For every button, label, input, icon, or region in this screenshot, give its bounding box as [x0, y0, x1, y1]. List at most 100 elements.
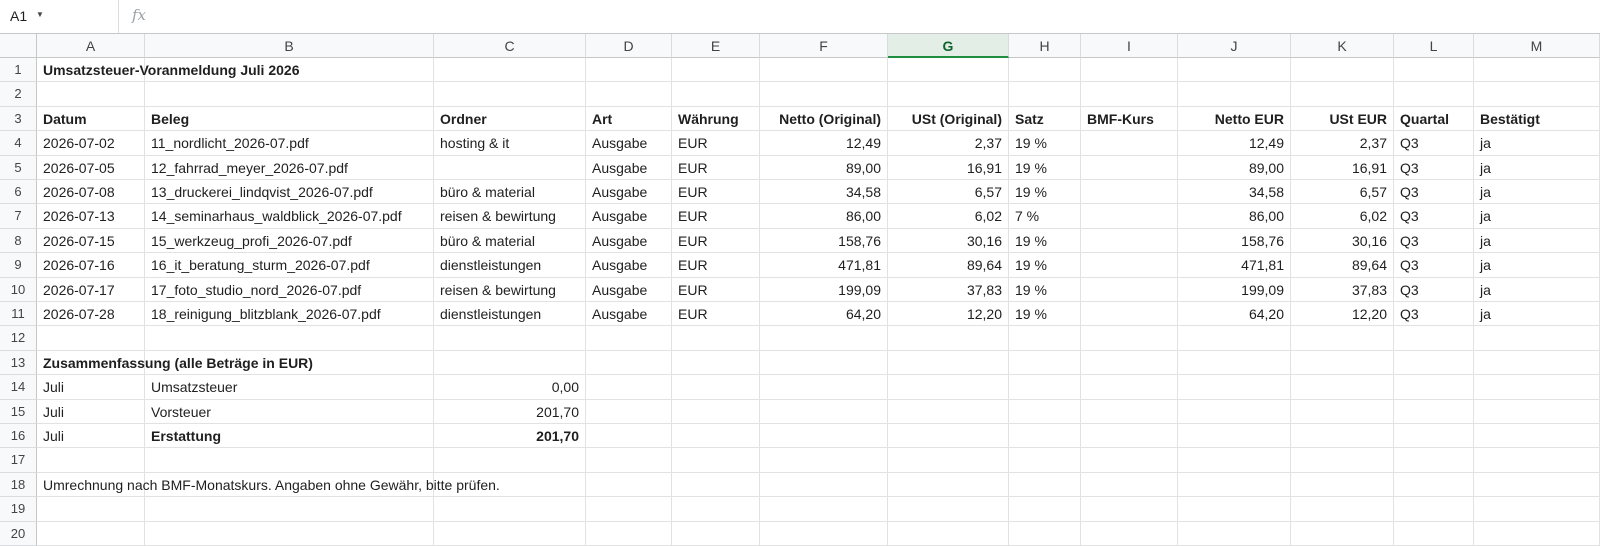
- row-header-2[interactable]: 2: [0, 82, 37, 107]
- cell-c7[interactable]: reisen & bewirtung: [434, 204, 586, 229]
- cell-h2[interactable]: [1009, 82, 1081, 107]
- cell-e6[interactable]: EUR: [672, 180, 760, 205]
- row-header-15[interactable]: 15: [0, 399, 37, 424]
- cell-i9[interactable]: [1081, 253, 1178, 278]
- cell-d8[interactable]: Ausgabe: [586, 228, 672, 254]
- cell-c6[interactable]: büro & material: [434, 180, 586, 205]
- cell-e20[interactable]: [672, 521, 760, 546]
- cell-h9[interactable]: 19 %: [1009, 253, 1081, 278]
- cell-c4[interactable]: hosting & it: [434, 131, 586, 156]
- cell-g17[interactable]: [888, 448, 1009, 473]
- cell-j8[interactable]: 158,76: [1178, 228, 1291, 254]
- cell-k17[interactable]: [1291, 448, 1394, 473]
- cell-k12[interactable]: [1291, 326, 1394, 351]
- cell-c11[interactable]: dienstleistungen: [434, 302, 586, 327]
- cell-f14[interactable]: [760, 375, 888, 400]
- cell-a12[interactable]: [37, 326, 145, 351]
- cell-g12[interactable]: [888, 326, 1009, 351]
- cell-h18[interactable]: [1009, 472, 1081, 498]
- cell-j20[interactable]: [1178, 521, 1291, 546]
- row-header-20[interactable]: 20: [0, 521, 37, 546]
- cell-k20[interactable]: [1291, 521, 1394, 546]
- cell-j9[interactable]: 471,81: [1178, 253, 1291, 278]
- row-header-18[interactable]: 18: [0, 472, 37, 498]
- formula-input[interactable]: [160, 0, 1590, 33]
- cell-g14[interactable]: [888, 375, 1009, 400]
- cell-m19[interactable]: [1474, 497, 1600, 522]
- row-header-7[interactable]: 7: [0, 204, 37, 229]
- cell-d1[interactable]: [586, 58, 672, 83]
- cell-g8[interactable]: 30,16: [888, 228, 1009, 254]
- cell-g13[interactable]: [888, 350, 1009, 376]
- cell-a1[interactable]: Umsatzsteuer-Voranmeldung Juli 2026: [37, 58, 299, 83]
- cell-h5[interactable]: 19 %: [1009, 155, 1081, 180]
- cell-c2[interactable]: [434, 82, 586, 107]
- cell-a10[interactable]: 2026-07-17: [37, 277, 145, 302]
- cell-f20[interactable]: [760, 521, 888, 546]
- cell-a9[interactable]: 2026-07-16: [37, 253, 145, 278]
- column-header-f[interactable]: F: [760, 34, 888, 58]
- cell-a16[interactable]: Juli: [37, 424, 145, 449]
- cell-k18[interactable]: [1291, 472, 1394, 498]
- cell-b5[interactable]: 12_fahrrad_meyer_2026-07.pdf: [145, 155, 434, 180]
- cell-l7[interactable]: Q3: [1394, 204, 1474, 229]
- cell-d5[interactable]: Ausgabe: [586, 155, 672, 180]
- row-header-13[interactable]: 13: [0, 350, 37, 376]
- cell-e4[interactable]: EUR: [672, 131, 760, 156]
- cell-a6[interactable]: 2026-07-08: [37, 180, 145, 205]
- cell-a17[interactable]: [37, 448, 145, 473]
- cell-l15[interactable]: [1394, 399, 1474, 424]
- row-header-12[interactable]: 12: [0, 326, 37, 351]
- cell-d14[interactable]: [586, 375, 672, 400]
- cell-l9[interactable]: Q3: [1394, 253, 1474, 278]
- cell-f11[interactable]: 64,20: [760, 302, 888, 327]
- cell-m15[interactable]: [1474, 399, 1600, 424]
- cell-e15[interactable]: [672, 399, 760, 424]
- cell-e11[interactable]: EUR: [672, 302, 760, 327]
- cell-g6[interactable]: 6,57: [888, 180, 1009, 205]
- cell-i14[interactable]: [1081, 375, 1178, 400]
- cell-c17[interactable]: [434, 448, 586, 473]
- cell-h19[interactable]: [1009, 497, 1081, 522]
- cell-c1[interactable]: [434, 58, 586, 83]
- cell-j3[interactable]: Netto EUR: [1178, 106, 1291, 132]
- cell-i6[interactable]: [1081, 180, 1178, 205]
- cell-e14[interactable]: [672, 375, 760, 400]
- cell-k5[interactable]: 16,91: [1291, 155, 1394, 180]
- name-box[interactable]: A1 ▼: [0, 0, 119, 33]
- cell-b10[interactable]: 17_foto_studio_nord_2026-07.pdf: [145, 277, 434, 302]
- cell-j2[interactable]: [1178, 82, 1291, 107]
- cell-g9[interactable]: 89,64: [888, 253, 1009, 278]
- row-header-1[interactable]: 1: [0, 58, 37, 83]
- cell-l1[interactable]: [1394, 58, 1474, 83]
- cell-i16[interactable]: [1081, 424, 1178, 449]
- cell-d6[interactable]: Ausgabe: [586, 180, 672, 205]
- column-header-g[interactable]: G: [888, 34, 1009, 58]
- cell-l16[interactable]: [1394, 424, 1474, 449]
- column-header-i[interactable]: I: [1081, 34, 1178, 58]
- cell-i10[interactable]: [1081, 277, 1178, 302]
- cell-k15[interactable]: [1291, 399, 1394, 424]
- cell-j11[interactable]: 64,20: [1178, 302, 1291, 327]
- cell-l5[interactable]: Q3: [1394, 155, 1474, 180]
- cell-f3[interactable]: Netto (Original): [760, 106, 888, 132]
- cell-e2[interactable]: [672, 82, 760, 107]
- cell-i20[interactable]: [1081, 521, 1178, 546]
- cell-h6[interactable]: 19 %: [1009, 180, 1081, 205]
- cell-b1[interactable]: [145, 58, 434, 83]
- cell-a11[interactable]: 2026-07-28: [37, 302, 145, 327]
- cell-i3[interactable]: BMF-Kurs: [1081, 106, 1178, 132]
- cell-m1[interactable]: [1474, 58, 1600, 83]
- cell-a14[interactable]: Juli: [37, 375, 145, 400]
- cell-e5[interactable]: EUR: [672, 155, 760, 180]
- cell-m6[interactable]: ja: [1474, 180, 1600, 205]
- cell-m8[interactable]: ja: [1474, 228, 1600, 254]
- cell-i15[interactable]: [1081, 399, 1178, 424]
- cell-j4[interactable]: 12,49: [1178, 131, 1291, 156]
- cell-g16[interactable]: [888, 424, 1009, 449]
- cell-e1[interactable]: [672, 58, 760, 83]
- cell-f12[interactable]: [760, 326, 888, 351]
- cell-k1[interactable]: [1291, 58, 1394, 83]
- cell-l4[interactable]: Q3: [1394, 131, 1474, 156]
- cell-d16[interactable]: [586, 424, 672, 449]
